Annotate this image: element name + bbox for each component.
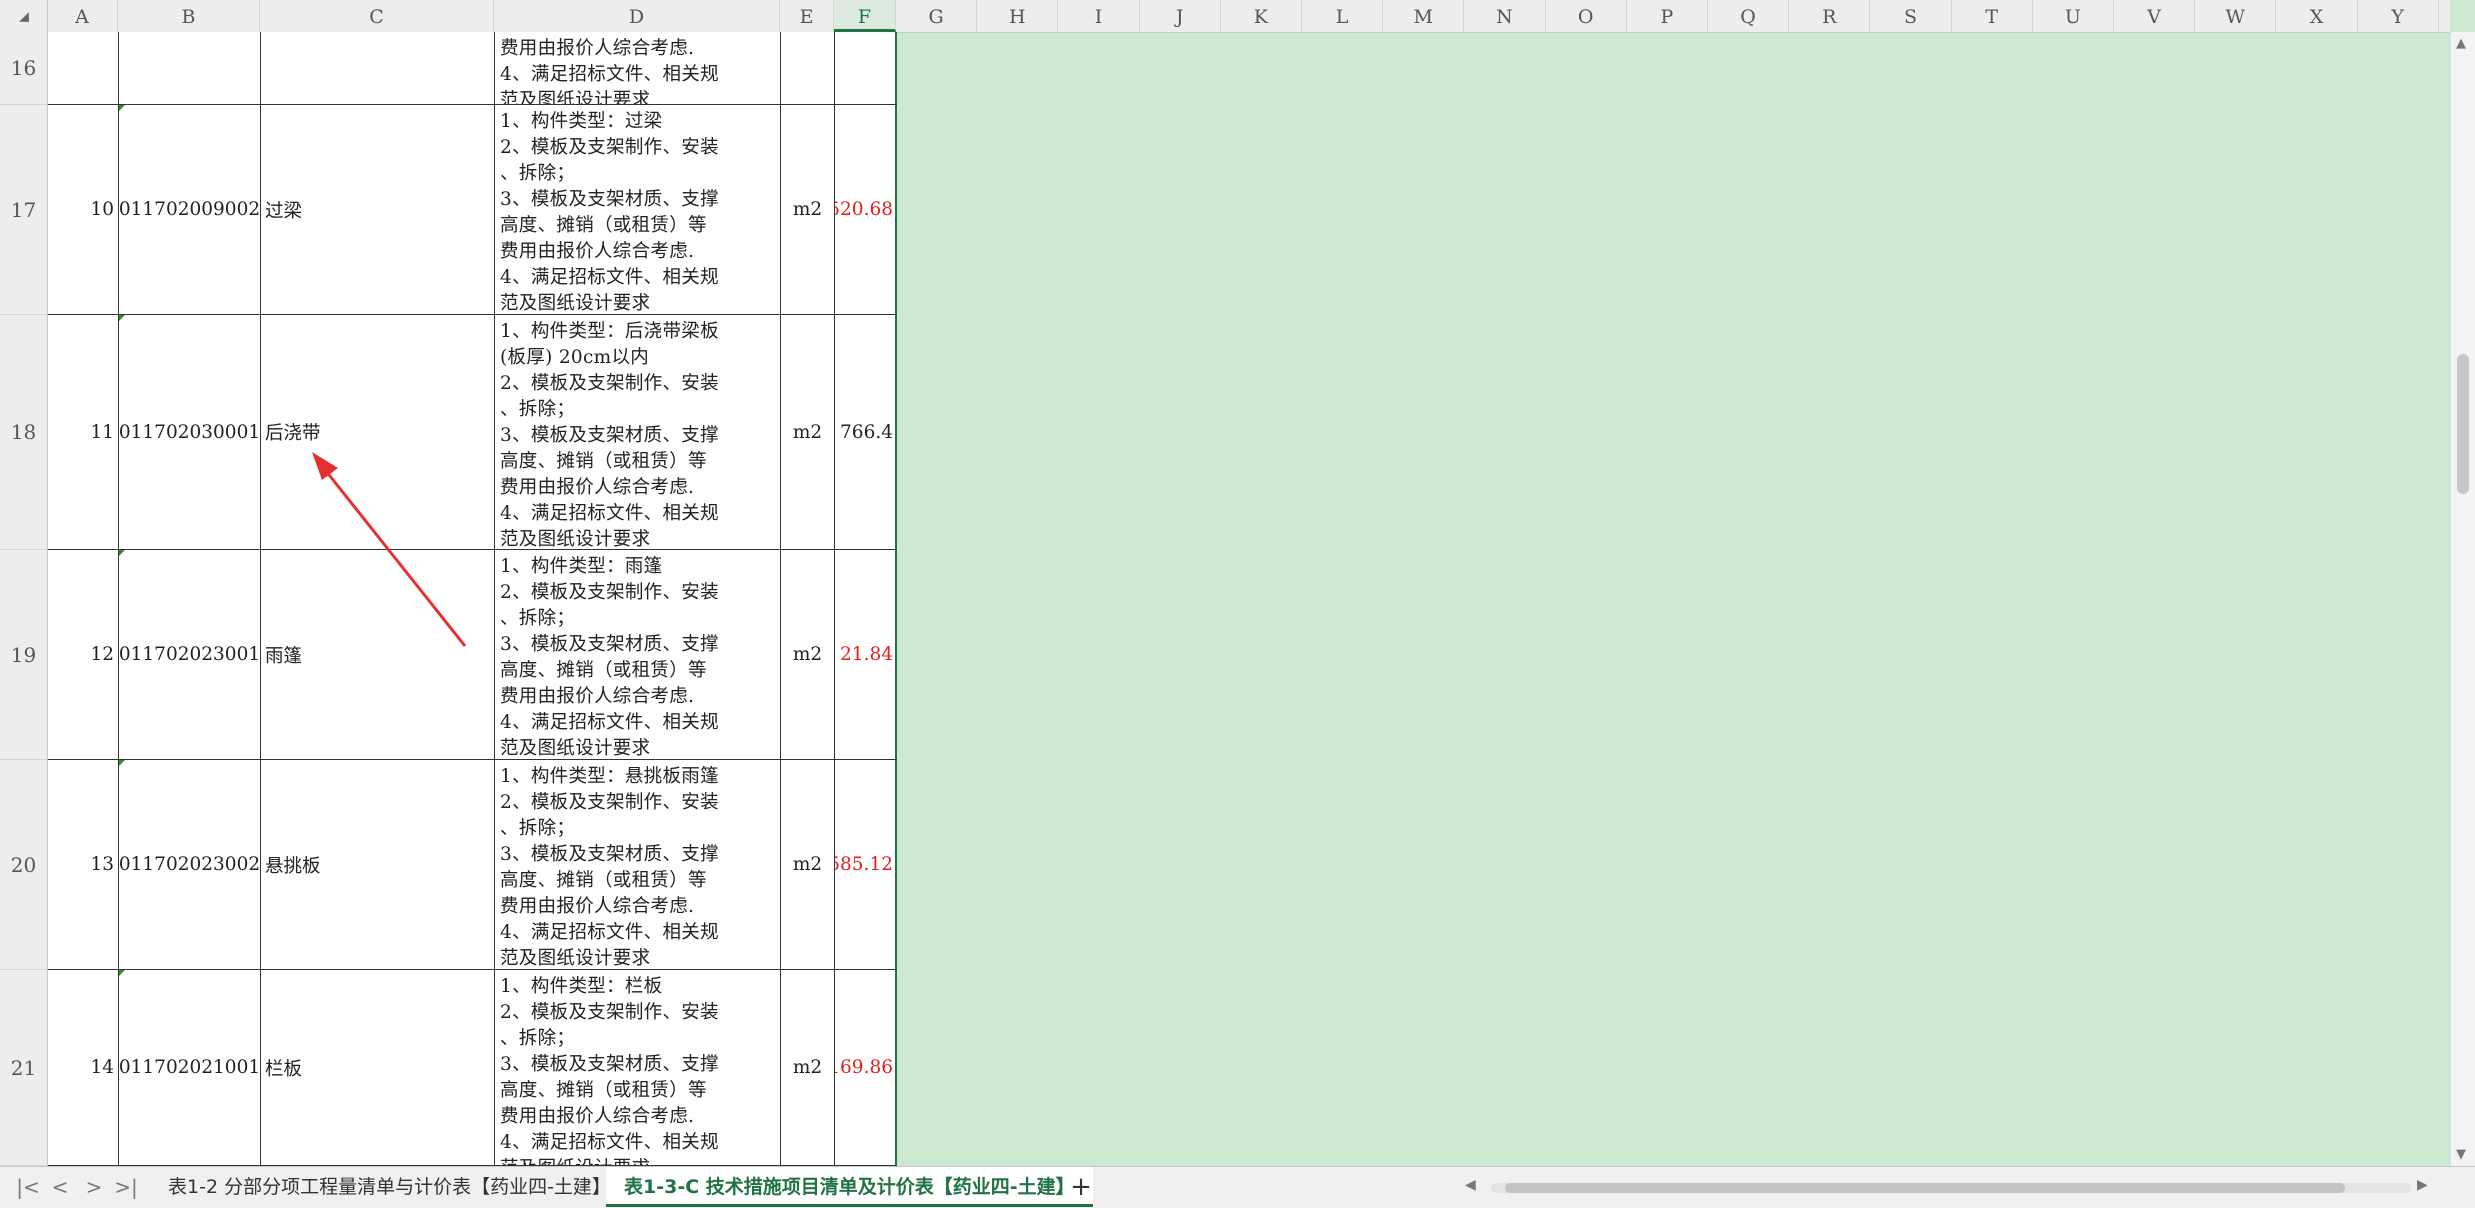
cell-quantity[interactable]: 520.68: [835, 105, 897, 314]
column-header-b[interactable]: B: [118, 0, 260, 32]
scroll-left-icon[interactable]: ◀: [1465, 1177, 1476, 1193]
row-header-19[interactable]: 19: [0, 550, 47, 760]
sheet-tab-bar: |< < > >| 表1-2 分部分项工程量清单与计价表【药业四-土建】 表1-…: [0, 1166, 2475, 1208]
cell-marker-icon: [119, 315, 125, 321]
cell-description[interactable]: 费用由报价人综合考虑. 4、满足招标文件、相关规 范及图纸设计要求: [495, 32, 781, 104]
cell-unit[interactable]: m2: [781, 760, 835, 969]
cell-quantity[interactable]: 585.12: [835, 760, 897, 969]
cell-unit[interactable]: m2: [781, 315, 835, 549]
cell-name[interactable]: 栏板: [261, 970, 495, 1165]
table-row: 费用由报价人综合考虑. 4、满足招标文件、相关规 范及图纸设计要求: [48, 32, 897, 105]
scroll-up-icon[interactable]: ▲: [2456, 36, 2466, 51]
cell-marker-icon: [119, 970, 125, 976]
row-header-bar: 16 17 18 19 20 21: [0, 32, 48, 1166]
cell-name[interactable]: 悬挑板: [261, 760, 495, 969]
prev-sheet-icon[interactable]: <: [46, 1173, 74, 1201]
cell-seq[interactable]: 12: [48, 550, 119, 759]
table-row: 13 011702023002 悬挑板 1、构件类型：悬挑板雨篷 2、模板及支架制作、…: [48, 760, 897, 970]
column-header-bar: ABCDEFGHIJKLMNOPQRSTUVWXY: [0, 0, 2450, 33]
sheet-tab-1-3-c[interactable]: 表1-3-C 技术措施项目清单及计价表【药业四-土建】: [606, 1167, 1093, 1207]
cell-name[interactable]: 过梁: [261, 105, 495, 314]
column-header-u[interactable]: U: [2033, 0, 2114, 32]
column-header-d[interactable]: D: [494, 0, 780, 32]
scroll-right-icon[interactable]: ▶: [2417, 1177, 2428, 1193]
column-header-s[interactable]: S: [1870, 0, 1952, 32]
horizontal-scrollbar[interactable]: ◀ ▶: [1465, 1175, 2435, 1199]
column-header-a[interactable]: A: [47, 0, 118, 32]
column-header-n[interactable]: N: [1464, 0, 1546, 32]
row-header-21[interactable]: 21: [0, 970, 47, 1166]
column-header-o[interactable]: O: [1546, 0, 1627, 32]
cell-description[interactable]: 1、构件类型：悬挑板雨篷 2、模板及支架制作、安装 、拆除； 3、模板及支架材质…: [495, 760, 781, 969]
corner-triangle-icon: [19, 12, 29, 22]
cell-seq[interactable]: 13: [48, 760, 119, 969]
cell-seq[interactable]: 14: [48, 970, 119, 1165]
cell-description[interactable]: 1、构件类型：栏板 2、模板及支架制作、安装 、拆除； 3、模板及支架材质、支撑…: [495, 970, 781, 1165]
cell-unit[interactable]: m2: [781, 105, 835, 314]
table-row: 14 011702021001 栏板 1、构件类型：栏板 2、模板及支架制作、安装 、…: [48, 970, 897, 1166]
first-sheet-icon[interactable]: |<: [14, 1173, 42, 1201]
cell-unit[interactable]: [781, 32, 835, 104]
next-sheet-icon[interactable]: >: [80, 1173, 108, 1201]
column-header-m[interactable]: M: [1383, 0, 1465, 32]
cell-code[interactable]: 011702030001: [119, 315, 261, 549]
cell-description[interactable]: 1、构件类型：雨篷 2、模板及支架制作、安装 、拆除； 3、模板及支架材质、支撑…: [495, 550, 781, 759]
cell-quantity[interactable]: 21.84: [835, 550, 897, 759]
select-all-corner[interactable]: [0, 0, 48, 32]
column-header-i[interactable]: I: [1058, 0, 1140, 32]
horizontal-scroll-thumb[interactable]: [1505, 1183, 2345, 1193]
sheet-tab-1-2[interactable]: 表1-2 分部分项工程量清单与计价表【药业四-土建】: [150, 1167, 629, 1207]
row-header-17[interactable]: 17: [0, 105, 47, 315]
column-header-r[interactable]: R: [1789, 0, 1871, 32]
column-header-l[interactable]: L: [1302, 0, 1384, 32]
cell-description[interactable]: 1、构件类型：后浇带梁板 (板厚) 20cm以内 2、模板及支架制作、安装 、拆…: [495, 315, 781, 549]
cell-code[interactable]: 011702009002: [119, 105, 261, 314]
column-header-v[interactable]: V: [2114, 0, 2196, 32]
column-header-x[interactable]: X: [2276, 0, 2358, 32]
column-header-h[interactable]: H: [977, 0, 1059, 32]
column-header-f[interactable]: F: [834, 0, 896, 32]
cell-name[interactable]: [261, 32, 495, 104]
vertical-scroll-thumb[interactable]: [2457, 354, 2469, 494]
annotation-arrow-icon: [312, 452, 467, 647]
column-header-p[interactable]: P: [1627, 0, 1708, 32]
cell-marker-icon: [119, 105, 125, 111]
cell-seq[interactable]: [48, 32, 119, 104]
cell-quantity[interactable]: 766.4: [835, 315, 897, 549]
add-sheet-icon[interactable]: +: [1066, 1167, 1096, 1207]
row-header-16[interactable]: 16: [0, 32, 47, 105]
last-sheet-icon[interactable]: >|: [112, 1173, 140, 1201]
column-header-w[interactable]: W: [2195, 0, 2277, 32]
column-header-q[interactable]: Q: [1708, 0, 1790, 32]
vertical-scrollbar[interactable]: ▲ ▼: [2450, 32, 2475, 1166]
cell-code[interactable]: 011702021001: [119, 970, 261, 1165]
column-header-k[interactable]: K: [1221, 0, 1302, 32]
row-header-18[interactable]: 18: [0, 315, 47, 550]
cell-code[interactable]: 011702023001: [119, 550, 261, 759]
cell-unit[interactable]: m2: [781, 970, 835, 1165]
cell-unit[interactable]: m2: [781, 550, 835, 759]
cell-code[interactable]: [119, 32, 261, 104]
column-header-j[interactable]: J: [1140, 0, 1221, 32]
column-header-e[interactable]: E: [780, 0, 834, 32]
cell-seq[interactable]: 11: [48, 315, 119, 549]
scroll-down-icon[interactable]: ▼: [2456, 1147, 2466, 1162]
cell-code[interactable]: 011702023002: [119, 760, 261, 969]
cell-description[interactable]: 1、构件类型：过梁 2、模板及支架制作、安装 、拆除； 3、模板及支架材质、支撑…: [495, 105, 781, 314]
table-row: 10 011702009002 过梁 1、构件类型：过梁 2、模板及支架制作、安装 、…: [48, 105, 897, 315]
row-header-20[interactable]: 20: [0, 760, 47, 970]
column-header-c[interactable]: C: [260, 0, 494, 32]
column-header-t[interactable]: T: [1952, 0, 2033, 32]
cell-marker-icon: [119, 550, 125, 556]
column-header-g[interactable]: G: [896, 0, 978, 32]
cell-quantity[interactable]: 3169.86: [835, 970, 897, 1165]
cell-quantity[interactable]: [835, 32, 897, 104]
cell-seq[interactable]: 10: [48, 105, 119, 314]
cell-marker-icon: [119, 760, 125, 766]
column-header-y[interactable]: Y: [2358, 0, 2439, 32]
